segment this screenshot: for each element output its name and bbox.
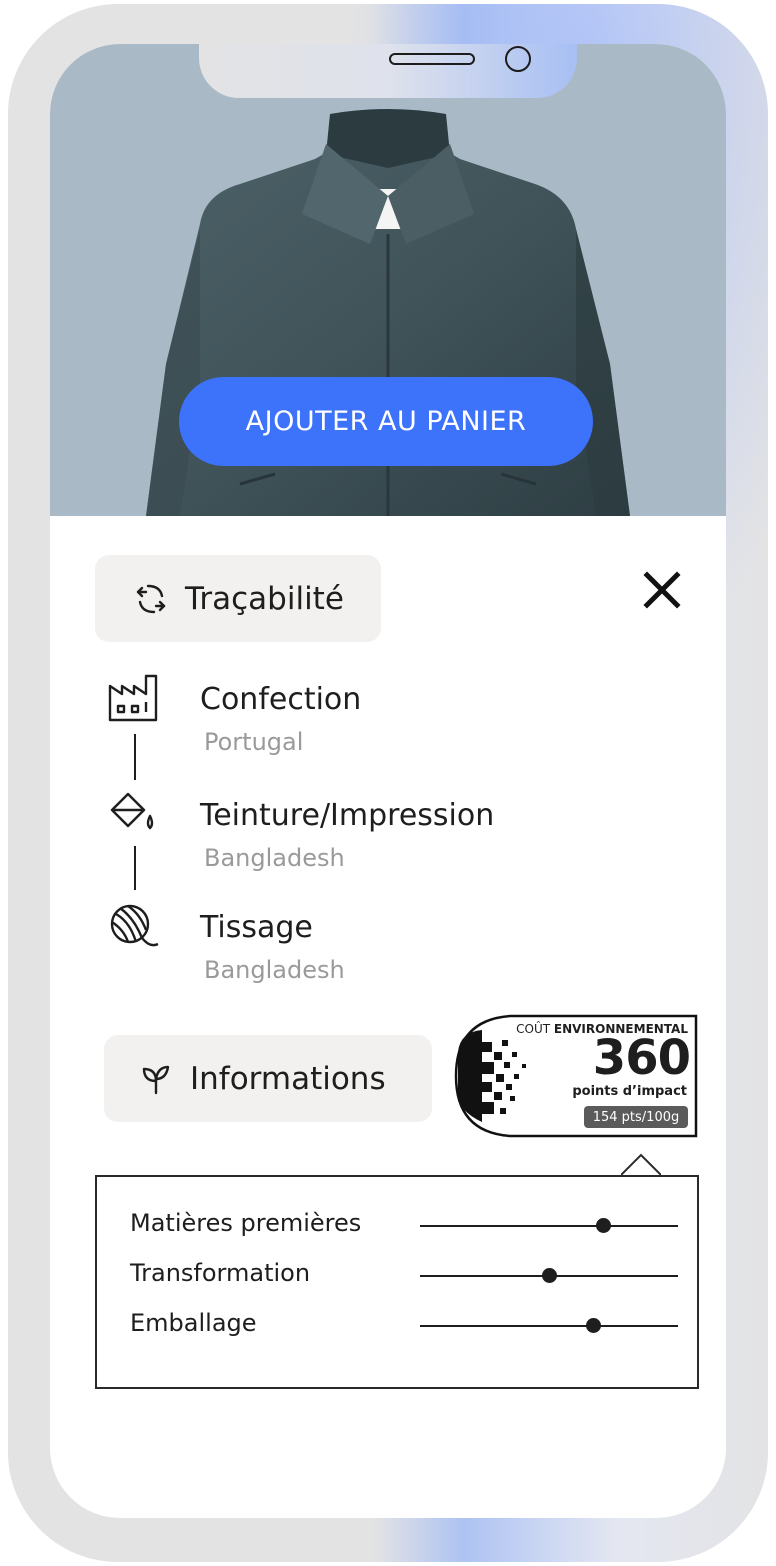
trace-step-weaving: Tissage Bangladesh xyxy=(50,900,726,990)
information-tab-label: Informations xyxy=(190,1060,386,1097)
recycle-arrows-icon xyxy=(131,579,171,619)
impact-label: Transformation xyxy=(130,1259,311,1287)
impact-track xyxy=(420,1325,678,1327)
factory-icon xyxy=(108,674,158,722)
timeline-connector xyxy=(134,734,136,780)
panel-pointer xyxy=(621,1153,661,1176)
trace-step-place: Bangladesh xyxy=(204,956,345,984)
camera-icon xyxy=(505,46,531,72)
traceability-tab[interactable]: Traçabilité xyxy=(95,555,381,642)
badge-per-weight: 154 pts/100g xyxy=(584,1106,688,1128)
add-to-cart-button[interactable]: AJOUTER AU PANIER xyxy=(179,377,593,466)
phone-screen: AJOUTER AU PANIER Traçabilité Confection… xyxy=(50,44,726,1518)
trace-step-dyeing: Teinture/Impression Bangladesh xyxy=(50,788,726,878)
traceability-tab-label: Traçabilité xyxy=(185,580,344,617)
impact-level-marker xyxy=(542,1268,557,1283)
impact-level-marker xyxy=(585,1318,601,1333)
badge-score: 360 xyxy=(592,1030,691,1086)
impact-row-raw-materials: Matières premières xyxy=(97,1205,701,1245)
trace-step-place: Bangladesh xyxy=(204,844,345,872)
trace-step-name: Tissage xyxy=(200,910,313,945)
sprout-icon xyxy=(136,1059,176,1099)
impact-breakdown-panel: Matières premières Transformation Emball… xyxy=(95,1175,699,1389)
trace-step-name: Confection xyxy=(200,682,362,717)
environmental-cost-badge: COÛT ENVIRONNEMENTAL 360 points d’impact… xyxy=(452,1012,700,1140)
phone-notch xyxy=(199,44,577,98)
paint-bucket-icon xyxy=(110,792,154,830)
badge-unit: points d’impact xyxy=(572,1084,687,1099)
impact-label: Emballage xyxy=(130,1309,257,1337)
trace-step-confection: Confection Portugal xyxy=(50,672,726,762)
timeline-connector xyxy=(134,846,136,890)
impact-track xyxy=(420,1225,678,1227)
impact-row-packaging: Emballage xyxy=(97,1305,701,1345)
product-image: AJOUTER AU PANIER xyxy=(50,44,726,516)
trace-step-place: Portugal xyxy=(204,728,304,756)
impact-level-marker xyxy=(596,1218,612,1233)
speaker-icon xyxy=(389,53,475,65)
trace-step-name: Teinture/Impression xyxy=(200,798,495,833)
impact-label: Matières premières xyxy=(130,1209,362,1237)
impact-row-transformation: Transformation xyxy=(97,1255,701,1295)
close-icon[interactable] xyxy=(642,570,682,610)
yarn-ball-icon xyxy=(110,904,159,947)
information-tab[interactable]: Informations xyxy=(104,1035,432,1122)
